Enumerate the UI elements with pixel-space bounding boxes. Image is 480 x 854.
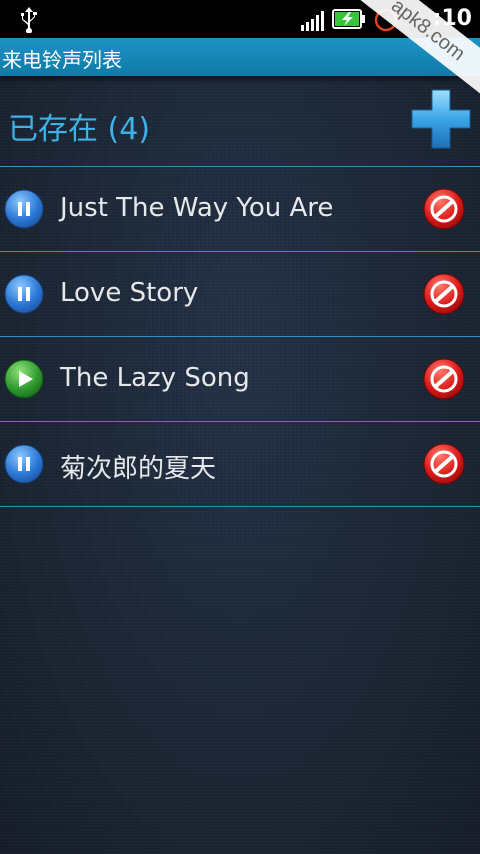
pause-icon[interactable] xyxy=(4,274,44,314)
page-title: 来电铃声列表 xyxy=(2,48,122,72)
delete-icon[interactable] xyxy=(422,357,466,401)
delete-icon[interactable] xyxy=(422,187,466,231)
plus-icon xyxy=(411,89,471,149)
song-title: 菊次郎的夏天 xyxy=(60,454,217,484)
song-title: Love Story xyxy=(60,278,199,308)
list-header: 已存在 (4) xyxy=(0,78,480,166)
pause-icon[interactable] xyxy=(4,189,44,229)
usb-icon xyxy=(21,7,37,33)
signal-icon xyxy=(301,11,324,31)
list-item[interactable]: 菊次郎的夏天 xyxy=(0,422,480,506)
divider xyxy=(0,506,480,507)
delete-icon[interactable] xyxy=(422,442,466,486)
delete-icon[interactable] xyxy=(422,272,466,316)
play-icon[interactable] xyxy=(4,359,44,399)
title-bar: 来电铃声列表 xyxy=(0,38,480,76)
list-item[interactable]: Just The Way You Are xyxy=(0,167,480,251)
song-title: Just The Way You Are xyxy=(60,193,334,223)
add-ringtone-button[interactable] xyxy=(410,88,472,150)
list-item[interactable]: Love Story xyxy=(0,252,480,336)
list-count-title: 已存在 (4) xyxy=(8,112,151,147)
list-item[interactable]: The Lazy Song xyxy=(0,337,480,421)
battery-charging-icon xyxy=(332,9,365,29)
song-title: The Lazy Song xyxy=(60,363,250,393)
pause-icon[interactable] xyxy=(4,444,44,484)
